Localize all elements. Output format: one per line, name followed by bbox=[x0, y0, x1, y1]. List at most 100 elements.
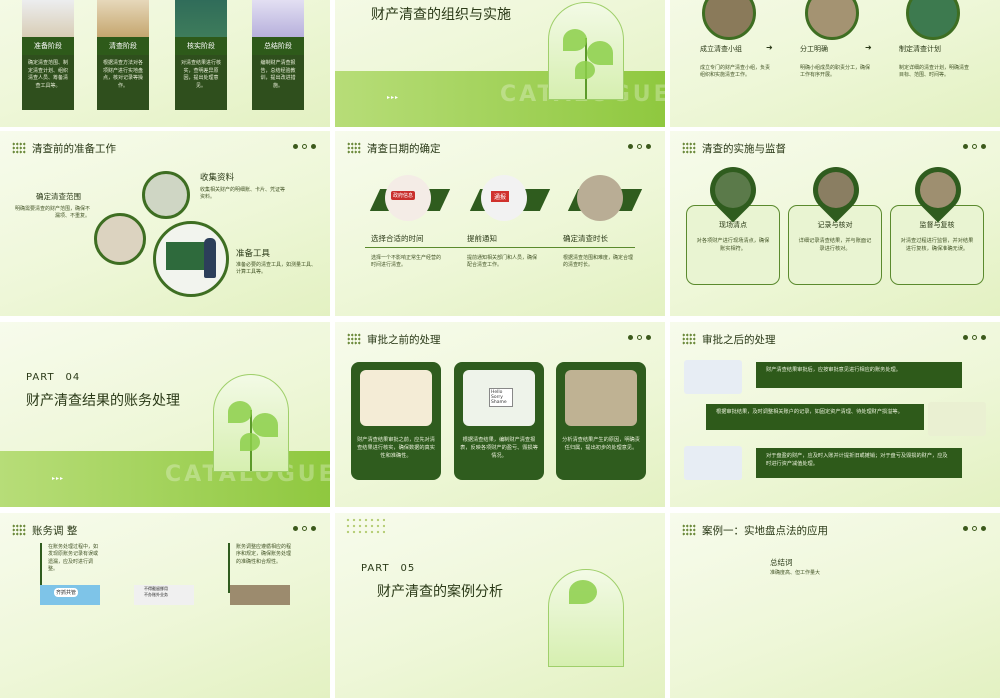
tools-desc: 准备必要的清查工具，如测量工具、计算工具等。 bbox=[236, 262, 317, 276]
slide-title: 清查的实施与监督 bbox=[702, 143, 786, 155]
stage-photo-illustration bbox=[252, 0, 304, 37]
stage-label: 清查阶段 bbox=[97, 37, 149, 55]
date-label: 确定清查时长 bbox=[563, 234, 608, 243]
slide-grid: 准备阶段 确定清查范围、制定清查计划、组织清查人员、筹备清查工具等。 清查阶段 … bbox=[0, 0, 1000, 698]
arch-frame bbox=[548, 569, 624, 667]
section-title: 财产清查的组织与实施 bbox=[371, 7, 511, 23]
stage-column-check: 清查阶段 根据清查方法对各项财产进行实地盘点，核对记录等操作。 bbox=[97, 0, 149, 117]
pager-dots bbox=[293, 526, 316, 531]
photo-library bbox=[142, 171, 190, 219]
underline bbox=[365, 247, 635, 248]
dots-grid-icon bbox=[682, 142, 696, 154]
stage-column-verify: 核实阶段 对清查结果进行核实，查明差异原因，提出处理意见。 bbox=[175, 0, 227, 117]
photo-gov-info: 政府信息 bbox=[385, 175, 431, 221]
tile-desc: 财产清查结果审批之前，应先对清查结果进行核实，确保数据的真实性和准确性。 bbox=[357, 437, 435, 460]
stage-photo-teacher bbox=[175, 0, 227, 37]
slide-thumbnail-part05[interactable]: PART 05 财产清查的案例分析 bbox=[335, 513, 665, 698]
slide-thumbnail-before-approval[interactable]: 审批之前的处理 财产清查结果审批之前，应先对清查结果进行核实，确保数据的真实性和… bbox=[335, 322, 665, 507]
pager-dots bbox=[628, 335, 651, 340]
slide-thumbnail-organize[interactable]: 成立清查小组 ➜ 分工明确 ➜ 制定清查计划 成立专门的财产清查小组，负责组织和… bbox=[670, 0, 1000, 127]
scope-desc: 明确需要清查的财产范围，确保不漏项、不重复。 bbox=[14, 206, 90, 220]
date-label: 选择合适的时间 bbox=[371, 234, 424, 243]
badge-gov-info: 政府信息 bbox=[391, 191, 416, 200]
teacher-figure bbox=[204, 238, 216, 278]
leaf-icon bbox=[563, 29, 587, 51]
slide-thumbnail-case1[interactable]: 案例一：实地盘点法的应用 总结词 准确度高、但工作量大 bbox=[670, 513, 1000, 698]
cartoon-prohibit bbox=[684, 446, 742, 480]
stage-photo-stack bbox=[97, 0, 149, 37]
slide-thumbnail-adjustment[interactable]: 账务调 整 在账务处理过程中，如发现原账务记录有误或遗漏，应及时进行调整。 账务… bbox=[0, 513, 330, 698]
left-desc: 在账务处理过程中，如发现原账务记录有误或遗漏，应及时进行调整。 bbox=[48, 544, 99, 572]
collect-desc: 收集相关财产的明细账、卡片、凭证等资料。 bbox=[200, 187, 286, 201]
step-label: 成立清查小组 bbox=[700, 45, 742, 53]
card-desc: 详细记录清查结果，并与账面记录进行核对。 bbox=[798, 238, 872, 252]
step-desc: 制定详细的清查计划，明确清查目标、范围、时间等。 bbox=[899, 65, 970, 79]
slide-thumbnail-part04[interactable]: PART 04 财产清查结果的账务处理 CATALOGUE ▸▸▸ bbox=[0, 322, 330, 507]
part-number: PART 04 bbox=[26, 372, 81, 383]
stage-column-prepare: 准备阶段 确定清查范围、制定清查计划、组织清查人员、筹备清查工具等。 bbox=[22, 0, 74, 117]
date-desc: 提前通知相关部门和人员，确保配合清查工作。 bbox=[467, 255, 538, 269]
tile-analyze: 分析清查结果产生的原因，明确责任归属，提出初步的处理意见。 bbox=[556, 362, 646, 480]
pager-dots bbox=[963, 144, 986, 149]
slide-title: 案例一：实地盘点法的应用 bbox=[702, 525, 828, 537]
poster-text: 不得截留挪用 不办账外业务 bbox=[144, 586, 168, 597]
dots-grid-icon bbox=[12, 524, 26, 536]
section-title: 财产清查的案例分析 bbox=[377, 584, 503, 600]
leaf-icon bbox=[252, 413, 278, 437]
arch-frame bbox=[548, 2, 624, 100]
pager-dots bbox=[628, 144, 651, 149]
pager-dots bbox=[293, 144, 316, 149]
slide-thumbnail-preparation[interactable]: 清查前的准备工作 收集资料 收集相关财产的明细账、卡片、凭证等资料。 确定清查范… bbox=[0, 131, 330, 316]
photo-classroom bbox=[565, 370, 637, 426]
photo-classroom bbox=[702, 0, 756, 40]
cartoon-money bbox=[360, 370, 432, 426]
section-title: 财产清查结果的账务处理 bbox=[26, 393, 180, 409]
leaf-icon bbox=[575, 61, 595, 79]
date-desc: 选择一个不影响正常生产经营的时间进行清查。 bbox=[371, 255, 442, 269]
dots-grid-icon bbox=[12, 142, 26, 154]
slide-title: 审批之前的处理 bbox=[367, 334, 441, 346]
tile-desc: 根据清查结果，编制财产清查报表，反映各项财产的盈亏、毁损等情况。 bbox=[460, 437, 538, 460]
slide-thumbnail-stages[interactable]: 准备阶段 确定清查范围、制定清查计划、组织清查人员、筹备清查工具等。 清查阶段 … bbox=[0, 0, 330, 127]
stage-label: 总结阶段 bbox=[252, 37, 304, 55]
poster-left: 齐抓共管 bbox=[40, 585, 100, 605]
slide-thumbnail-section-title[interactable]: 财产清查的组织与实施 CATALOGUE ▸▸▸ bbox=[335, 0, 665, 127]
poster-text: 齐抓共管 bbox=[54, 588, 79, 597]
cartoon-sign: Hello Sorry Shame bbox=[463, 370, 535, 426]
photo-desks bbox=[805, 0, 859, 40]
collect-title: 收集资料 bbox=[200, 173, 235, 183]
slide-thumbnail-dates[interactable]: 清查日期的确定 政府信息 通报 选择合适的时间 提前通知 确定清查时长 选择一个… bbox=[335, 131, 665, 316]
stage-desc: 根据清查方法对各项财产进行实地盘点，核对记录等操作。 bbox=[97, 55, 149, 110]
slide-thumbnail-after-approval[interactable]: 审批之后的处理 财产清查结果审批后，应按审批意见进行相应的账务处理。 根据审批结… bbox=[670, 322, 1000, 507]
arch-frame bbox=[213, 374, 289, 472]
pager-dots bbox=[963, 526, 986, 531]
card-desc: 对清查过程进行监督，并对结果进行复核，确保准确无误。 bbox=[900, 238, 974, 252]
date-label: 提前通知 bbox=[467, 234, 497, 243]
cartoon-megaphone bbox=[684, 360, 742, 394]
poster-middle: 不得截留挪用 不办账外业务 bbox=[134, 585, 194, 605]
leaf-icon bbox=[587, 41, 613, 65]
dots-decoration bbox=[345, 517, 385, 535]
stage-label: 准备阶段 bbox=[22, 37, 74, 55]
leaf-icon bbox=[569, 580, 597, 604]
arrow-glyphs: ▸▸▸ bbox=[52, 475, 65, 482]
slide-thumbnail-supervision[interactable]: 清查的实施与监督 现场清点 对各项财产进行现场清点，确保账实相符。 记录与核对 … bbox=[670, 131, 1000, 316]
slide-title: 清查日期的确定 bbox=[367, 143, 441, 155]
sign-text: Hello Sorry Shame bbox=[489, 388, 513, 407]
scope-title: 确定清查范围 bbox=[36, 192, 81, 201]
photo-notice: 通报 bbox=[481, 175, 527, 221]
step-desc: 成立专门的财产清查小组，负责组织和实施清查工作。 bbox=[700, 65, 771, 79]
photo-books bbox=[94, 213, 146, 265]
step-label: 制定清查计划 bbox=[899, 45, 941, 53]
arrow-glyphs: ▸▸▸ bbox=[387, 94, 400, 101]
badge-notice: 通报 bbox=[491, 191, 510, 202]
slide-title: 清查前的准备工作 bbox=[32, 143, 116, 155]
photo-teacher-board bbox=[906, 0, 960, 40]
stage-photo-books bbox=[22, 0, 74, 37]
photo-room bbox=[230, 585, 290, 605]
blackboard bbox=[166, 242, 206, 270]
tile-desc: 分析清查结果产生的原因，明确责任归属，提出初步的处理意见。 bbox=[562, 437, 640, 452]
photo-blackboard-teacher bbox=[153, 221, 229, 297]
leaf-icon bbox=[240, 433, 260, 451]
slide-title: 账务调 整 bbox=[32, 525, 78, 537]
